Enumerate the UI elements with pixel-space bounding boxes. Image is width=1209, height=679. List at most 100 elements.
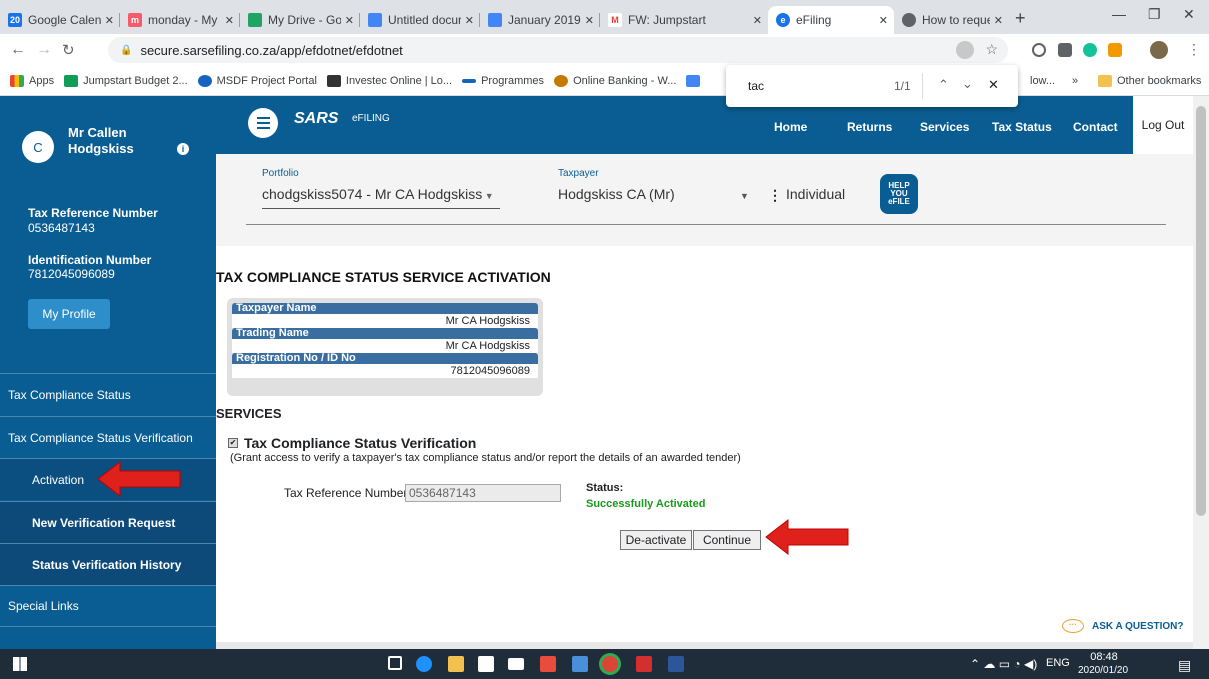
more-vert-icon[interactable]: ⋮	[768, 187, 782, 204]
sidebar-item-new-verification[interactable]: New Verification Request	[0, 501, 216, 543]
menu-dots-icon[interactable]: ⋮	[1187, 41, 1201, 58]
overflow-label: »	[1072, 74, 1079, 87]
portfolio-select[interactable]: chodgskiss5074 - Mr CA Hodgskiss ▼	[262, 186, 494, 202]
clock-time[interactable]: 08:48	[1082, 651, 1126, 663]
taxpayer-select[interactable]: Hodgskiss CA (Mr)	[558, 186, 675, 202]
close-window-button[interactable]: ✕	[1183, 6, 1195, 23]
word-icon[interactable]	[668, 656, 684, 672]
find-input[interactable]: tac	[748, 79, 764, 93]
acrobat-icon[interactable]	[636, 656, 652, 672]
tab-fw-jumpstart[interactable]: M FW: Jumpstart ✕	[600, 6, 768, 34]
bookmarks-overflow[interactable]: »	[1072, 75, 1078, 87]
bookmark-low[interactable]: low...	[1030, 75, 1055, 87]
info-icon[interactable]: i	[177, 143, 189, 155]
close-icon[interactable]: ✕	[225, 14, 234, 27]
language-indicator[interactable]: ENG	[1046, 657, 1070, 669]
id-value: 7812045096089	[28, 267, 115, 281]
find-count: 1/1	[894, 79, 911, 93]
mail-icon[interactable]	[508, 658, 524, 670]
bookmark-doc[interactable]	[686, 74, 705, 87]
app-icon[interactable]	[572, 656, 588, 672]
close-icon[interactable]: ✕	[879, 14, 888, 27]
my-profile-button[interactable]: My Profile	[28, 299, 110, 329]
close-icon[interactable]: ✕	[465, 14, 474, 27]
nav-contact[interactable]: Contact	[1073, 120, 1118, 134]
rss-icon[interactable]	[1108, 43, 1122, 57]
nav-home[interactable]: Home	[774, 120, 807, 134]
tab-google-calendar[interactable]: 20 Google Calenc ✕	[0, 6, 120, 34]
bookmark-other[interactable]: Other bookmarks	[1098, 74, 1201, 87]
find-indicator-icon[interactable]	[956, 41, 974, 59]
find-prev-icon[interactable]: ⌃	[938, 77, 949, 93]
forward-icon[interactable]: →	[36, 41, 52, 59]
clock-date[interactable]: 2020/01/20	[1078, 665, 1128, 676]
nav-returns[interactable]: Returns	[847, 120, 892, 134]
tab-monday[interactable]: m monday - My ✕	[120, 6, 240, 34]
trn-field[interactable]: 0536487143	[405, 484, 561, 502]
tab-january-2019[interactable]: January 2019 I ✕	[480, 6, 600, 34]
tray-icons[interactable]: ⌃ ☁ ▭ ◔ ◀)	[970, 657, 1037, 671]
bookmark-investec[interactable]: Investec Online | Lo...	[326, 74, 452, 87]
continue-button[interactable]: Continue	[693, 530, 761, 550]
close-icon[interactable]: ✕	[345, 14, 354, 27]
windows-taskbar: ⌃ ☁ ▭ ◔ ◀) ENG 08:48 2020/01/20 ▤	[0, 649, 1209, 679]
bookmark-online-banking[interactable]: Online Banking - W...	[554, 74, 676, 87]
tab-efiling[interactable]: e eFiling ✕	[768, 6, 894, 34]
notifications-icon[interactable]: ▤	[1178, 657, 1191, 674]
sidebar-item-tcs-verification[interactable]: Tax Compliance Status Verification	[0, 416, 216, 458]
scroll-thumb[interactable]	[1196, 106, 1206, 516]
service-name: Tax Compliance Status Verification	[244, 435, 477, 451]
nav-tax-status[interactable]: Tax Status	[992, 120, 1052, 134]
close-icon[interactable]: ✕	[105, 14, 114, 27]
tax-ref-value: 0536487143	[28, 221, 95, 235]
reload-icon[interactable]: ↻	[62, 41, 75, 59]
tab-untitled-doc[interactable]: Untitled docur ✕	[360, 6, 480, 34]
back-icon[interactable]: ←	[10, 41, 26, 59]
ask-question-link[interactable]: ··· ASK A QUESTION?	[1062, 619, 1183, 633]
windows-start-icon[interactable]	[13, 657, 27, 671]
edge-icon[interactable]	[416, 656, 432, 672]
find-next-icon[interactable]: ⌄	[962, 76, 973, 92]
app-icon[interactable]	[540, 656, 556, 672]
star-icon[interactable]: ☆	[985, 41, 998, 58]
minimize-button[interactable]: —	[1112, 6, 1126, 22]
msdf-icon	[197, 74, 212, 87]
new-tab-button[interactable]: +	[1015, 8, 1026, 29]
logout-button[interactable]: Log Out	[1133, 96, 1193, 154]
bookmark-msdf[interactable]: MSDF Project Portal	[197, 74, 317, 87]
sars-logo[interactable]: SARS	[294, 110, 338, 128]
sidebar-item-special-links[interactable]: Special Links	[0, 585, 216, 627]
nav-services[interactable]: Services	[920, 120, 969, 134]
dropdown-arrow-icon[interactable]: ▼	[740, 191, 749, 201]
sidebar-item-verification-history[interactable]: Status Verification History	[0, 543, 216, 585]
bookmark-programmes[interactable]: Programmes	[462, 75, 544, 87]
url-field[interactable]: 🔒 secure.sarsefiling.co.za/app/efdotnet/e…	[108, 37, 1008, 63]
tab-how-to-request[interactable]: How to reque ✕	[894, 6, 1009, 34]
close-icon[interactable]: ✕	[753, 14, 762, 27]
sheets-icon	[64, 74, 79, 87]
bookmark-apps[interactable]: Apps	[10, 74, 54, 87]
sidebar-item-tax-compliance-status[interactable]: Tax Compliance Status	[0, 373, 216, 415]
profile-avatar-icon[interactable]	[1150, 41, 1168, 59]
hamburger-menu-icon[interactable]	[248, 108, 278, 138]
grammarly-icon[interactable]	[1083, 43, 1097, 57]
close-icon[interactable]: ✕	[585, 14, 594, 27]
task-view-icon[interactable]	[388, 656, 402, 670]
extension-icon[interactable]	[1032, 43, 1046, 57]
vertical-scrollbar[interactable]	[1193, 96, 1209, 649]
annotation-arrow-left	[97, 460, 181, 498]
extension-icon[interactable]	[1058, 43, 1072, 57]
chrome-icon[interactable]	[602, 656, 618, 672]
tab-my-drive[interactable]: My Drive - Go ✕	[240, 6, 360, 34]
service-checkbox[interactable]: ✔	[228, 438, 238, 448]
tab-title: monday - My	[148, 13, 218, 27]
close-icon[interactable]: ✕	[994, 14, 1003, 27]
file-explorer-icon[interactable]	[448, 656, 464, 672]
bookmark-jumpstart[interactable]: Jumpstart Budget 2...	[64, 74, 188, 87]
restore-button[interactable]: ❐	[1148, 6, 1161, 23]
store-icon[interactable]	[478, 656, 494, 672]
horizontal-scrollbar[interactable]	[216, 642, 1193, 649]
deactivate-button[interactable]: De-activate	[620, 530, 692, 550]
help-you-efile-icon[interactable]: HELP YOU eFILE	[880, 174, 918, 214]
find-close-icon[interactable]: ✕	[988, 77, 999, 93]
